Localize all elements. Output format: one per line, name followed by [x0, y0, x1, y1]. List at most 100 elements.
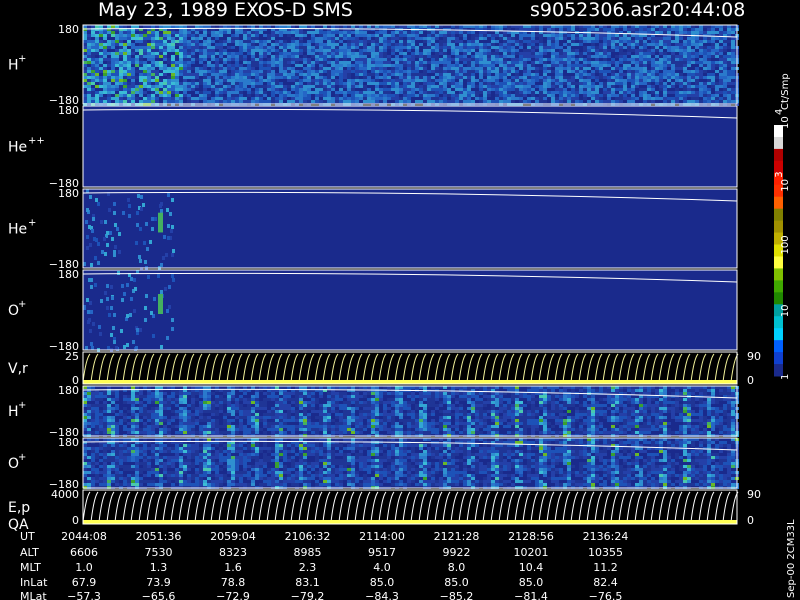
- footer-cell: −85.2: [440, 590, 474, 600]
- panel-label: E,p: [8, 500, 30, 516]
- colorbar-tick: 10: [780, 179, 791, 192]
- panel-charge: +: [18, 452, 26, 463]
- footer-cell: 1.3: [150, 561, 168, 574]
- colorbar-swatch: [774, 352, 783, 365]
- y-tick-max: 180: [58, 384, 79, 397]
- footer-cell: 2059:04: [210, 530, 256, 543]
- footer-cell: 8323: [219, 546, 247, 559]
- footer-row-label: UT: [20, 530, 35, 543]
- footer-cell: 11.2: [593, 561, 618, 574]
- panel-background: [83, 270, 737, 350]
- footer-cell: 2128:56: [508, 530, 554, 543]
- footer-cell: 8985: [294, 546, 322, 559]
- figure-title: May 23, 1989 EXOS-D SMS: [98, 0, 353, 21]
- version-label: Sep-00 2CM33L: [786, 519, 797, 598]
- panel-charge: +: [18, 54, 26, 65]
- footer-cell: 85.0: [370, 576, 395, 589]
- y-tick-max: 25: [65, 350, 79, 363]
- y-tick-min: 0: [72, 514, 79, 527]
- footer-row-label: InLat: [20, 576, 48, 589]
- footer-cell: −79.2: [291, 590, 325, 600]
- panel-charge: ++: [28, 136, 45, 147]
- panel-6: O+180−180: [8, 436, 739, 491]
- right-tick-max: 90: [747, 488, 761, 501]
- footer-cell: −57.3: [67, 590, 101, 600]
- panel-4: V,r250900: [8, 350, 761, 387]
- footer-row-label: MLat: [20, 590, 47, 600]
- colorbar-swatch: [774, 148, 783, 162]
- y-tick-max: 180: [58, 268, 79, 281]
- y-tick-max: 180: [58, 104, 79, 117]
- y-tick-max: 180: [58, 23, 79, 36]
- spectrogram-figure: May 23, 1989 EXOS-D SMS s9052306.asr 20:…: [0, 0, 800, 600]
- panel-3: O+180−180: [8, 268, 738, 353]
- colorbar-swatch: [774, 256, 783, 269]
- footer-cell: 10355: [588, 546, 623, 559]
- footer-cell: 7530: [145, 546, 173, 559]
- right-tick-max: 90: [747, 350, 761, 363]
- footer-cell: 10.4: [519, 561, 544, 574]
- footer-cell: 2136:24: [583, 530, 629, 543]
- footer-cell: 2.3: [299, 561, 317, 574]
- panel-label: V,r: [8, 361, 28, 377]
- colorbar-swatch: [774, 328, 783, 341]
- panel-charge: +: [28, 218, 36, 229]
- footer-cell: 8.0: [448, 561, 466, 574]
- footer-cell: 85.0: [444, 576, 469, 589]
- footer-cell: 6606: [70, 546, 98, 559]
- colorbar-swatch: [774, 280, 783, 293]
- footer-cell: 9922: [443, 546, 471, 559]
- colorbar-tick: 100: [780, 235, 791, 254]
- footer-cell: 1.6: [224, 561, 242, 574]
- colorbar-swatch: [774, 292, 783, 305]
- footer-cell: −76.5: [589, 590, 623, 600]
- footer-cell: −81.4: [514, 590, 548, 600]
- panel-label: He: [8, 140, 27, 156]
- colorbar-tick: 1: [780, 374, 791, 380]
- footer-cell: 10201: [514, 546, 549, 559]
- footer-cell: −84.3: [365, 590, 399, 600]
- footer-cell: 2121:28: [434, 530, 480, 543]
- header-time: 20:44:08: [660, 0, 745, 21]
- footer-cell: 82.4: [593, 576, 618, 589]
- footer-cell: 67.9: [72, 576, 97, 589]
- panel-label: H: [8, 58, 19, 74]
- panel-charge: +: [18, 400, 26, 411]
- panels-group: H +180−180He ++180−180He +180−180O+180−180V…: [8, 23, 761, 533]
- colorbar-tick: 10: [780, 305, 791, 318]
- footer-cell: 9517: [368, 546, 396, 559]
- footer-cell: 78.8: [221, 576, 246, 589]
- trace-lines: [82, 490, 739, 524]
- panel-0: H +180−180: [8, 23, 739, 107]
- footer-cell: 2044:08: [61, 530, 107, 543]
- footer-cell: 83.1: [295, 576, 320, 589]
- colorbar-swatch: [774, 340, 783, 353]
- colorbar-tick: 10: [780, 116, 791, 129]
- colorbar-swatch: [774, 268, 783, 281]
- panel-background: [83, 189, 737, 268]
- heatmap-cells: [83, 386, 739, 437]
- panel-2: He +180−180: [8, 187, 738, 271]
- panel-5: H +180−180: [8, 384, 739, 439]
- footer-cell: 1.0: [75, 561, 93, 574]
- data-file-name: s9052306.asr: [530, 0, 660, 21]
- y-tick-max: 4000: [51, 488, 79, 501]
- y-tick-max: 180: [58, 436, 79, 449]
- footer-row-label: MLT: [20, 561, 41, 574]
- footer-cell: −72.9: [216, 590, 250, 600]
- footer-cell: 73.9: [146, 576, 171, 589]
- y-tick-max: 180: [58, 187, 79, 200]
- footer-cell: 85.0: [519, 576, 544, 589]
- colorbar-swatch: [774, 136, 783, 150]
- panel-label: He: [8, 222, 27, 238]
- footer-cell: 4.0: [373, 561, 391, 574]
- footer-row-label: ALT: [20, 546, 39, 559]
- panel-label: H: [8, 404, 19, 420]
- colorbar-swatch: [774, 196, 783, 210]
- colorbar-swatch: [774, 208, 783, 222]
- panel-charge: +: [18, 299, 26, 310]
- footer-cell: −65.6: [142, 590, 176, 600]
- right-tick-min: 0: [747, 374, 754, 387]
- footer-cell: 2051:36: [136, 530, 182, 543]
- colorbar-swatch: [774, 220, 783, 234]
